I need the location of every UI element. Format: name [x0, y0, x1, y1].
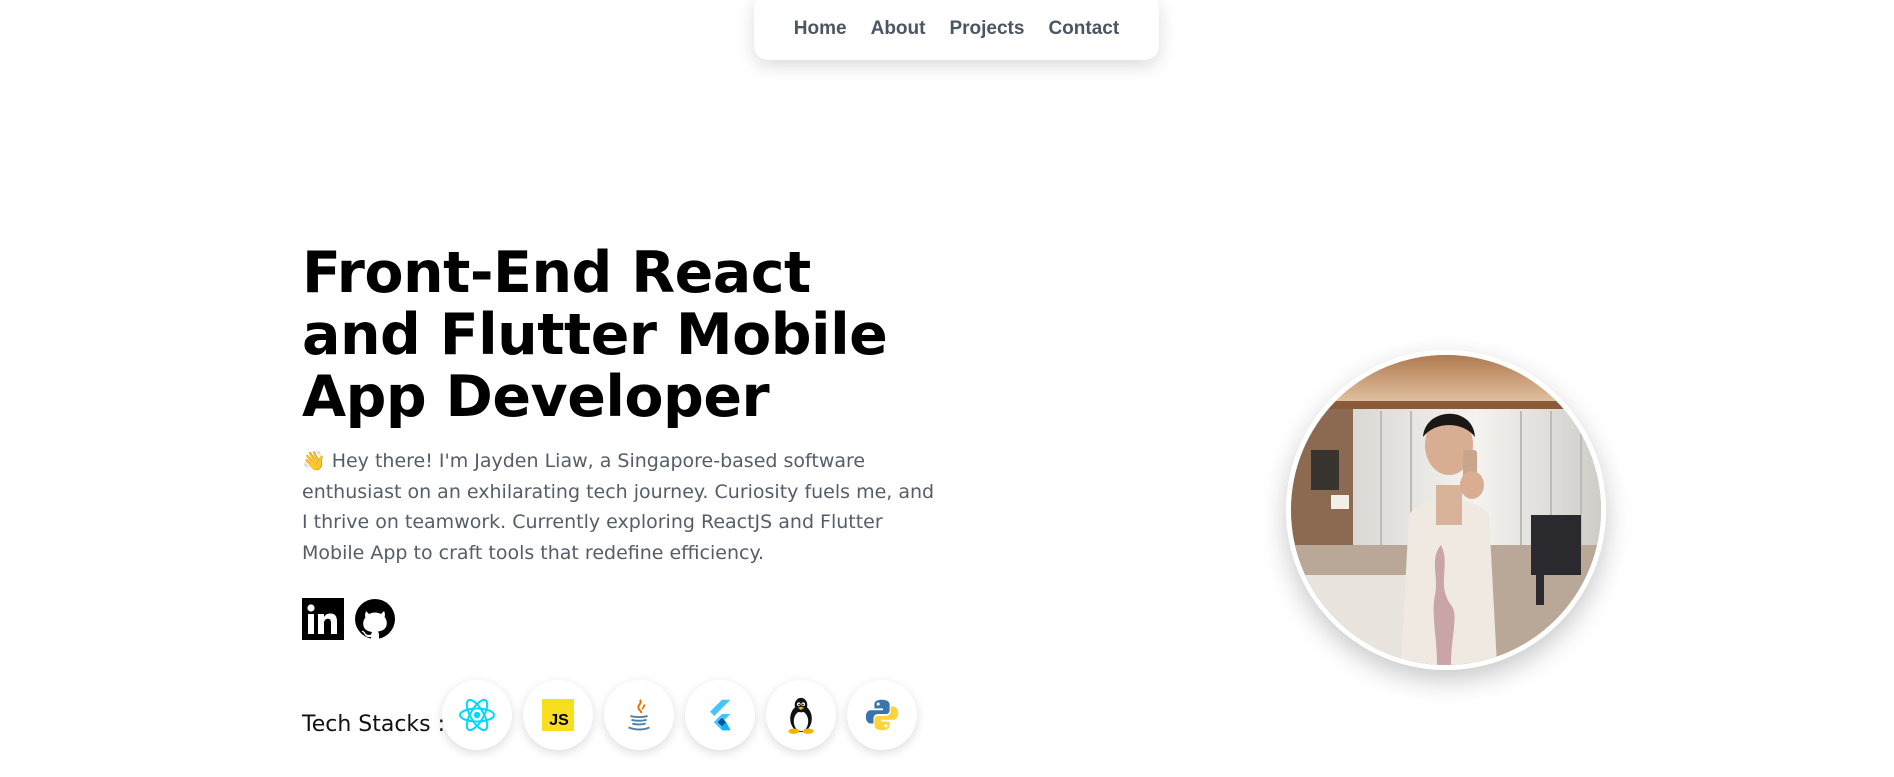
- nav-contact-link[interactable]: Contact: [1048, 18, 1119, 40]
- linux-icon: [766, 680, 836, 750]
- tech-stacks-label: Tech Stacks :: [302, 712, 446, 737]
- linkedin-icon[interactable]: [302, 598, 344, 640]
- nav-projects-link[interactable]: Projects: [949, 18, 1024, 40]
- github-icon[interactable]: [354, 598, 396, 640]
- social-links: [302, 598, 396, 640]
- javascript-label: JS: [549, 712, 569, 729]
- nav-about-link[interactable]: About: [871, 18, 926, 40]
- react-icon: [442, 680, 512, 750]
- top-nav: Home About Projects Contact: [754, 0, 1159, 60]
- java-icon: [604, 680, 674, 750]
- tech-stack-list: JS: [442, 680, 917, 750]
- hero-title: Front-End React and Flutter Mobile App D…: [302, 240, 888, 430]
- flutter-icon: [685, 680, 755, 750]
- profile-photo: [1286, 350, 1606, 670]
- nav-home-link[interactable]: Home: [794, 18, 847, 40]
- intro-paragraph: 👋 Hey there! I'm Jayden Liaw, a Singapor…: [302, 450, 935, 564]
- javascript-icon: JS: [523, 680, 593, 750]
- python-icon: [847, 680, 917, 750]
